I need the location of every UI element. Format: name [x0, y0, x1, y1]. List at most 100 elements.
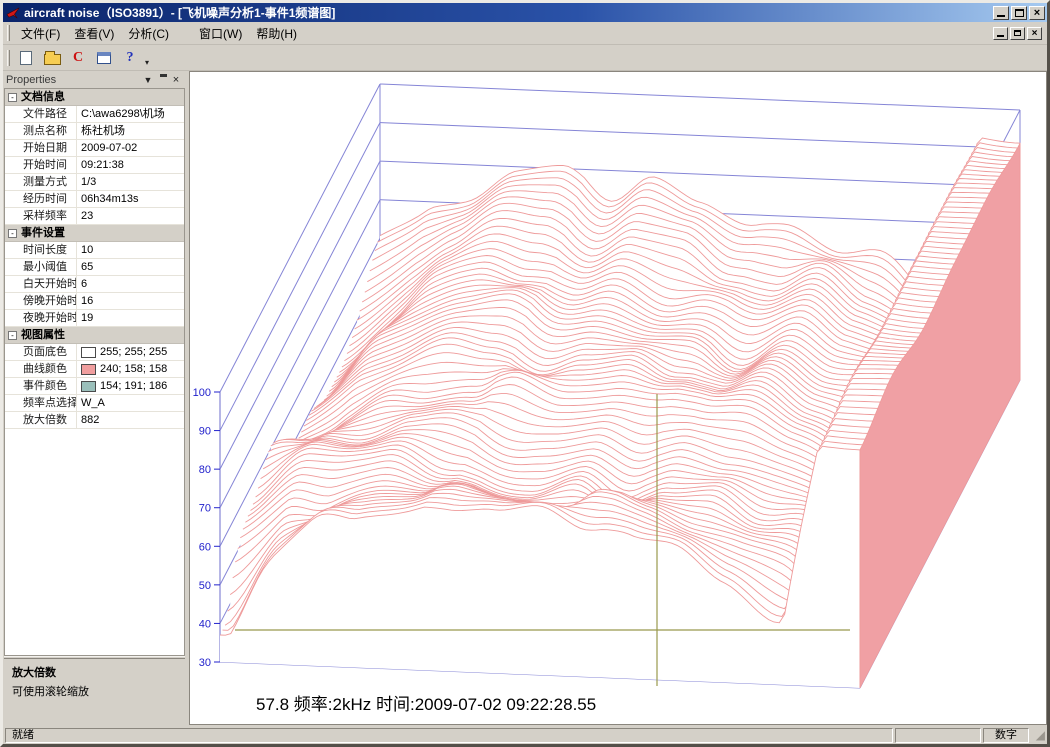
properties-panel-header: Properties ▼ × — [4, 72, 185, 88]
property-row-sample-rate: 采样频率23 — [5, 208, 184, 225]
color-swatch-page-bg-color[interactable] — [81, 347, 96, 358]
status-bar: 就绪 数字 ◢ — [3, 725, 1047, 744]
menu-items: 文件(F)查看(V)分析(C) 窗口(W)帮助(H) — [14, 22, 304, 45]
property-value-day-start[interactable]: 6 — [77, 276, 184, 292]
mdi-close-icon: × — [1032, 28, 1038, 39]
property-label-min-threshold: 最小阈值 — [5, 259, 77, 275]
section-title-event-settings: 事件设置 — [21, 225, 65, 241]
property-label-file-path: 文件路径 — [5, 106, 77, 122]
property-row-page-bg-color: 页面底色 255; 255; 255 — [5, 344, 184, 361]
open-file-button[interactable] — [40, 47, 64, 69]
resize-grip[interactable]: ◢ — [1031, 728, 1045, 743]
property-value-time-length[interactable]: 10 — [77, 242, 184, 258]
property-label-start-date: 开始日期 — [5, 140, 77, 156]
panel-close-icon[interactable]: × — [169, 74, 183, 87]
collapse-icon[interactable]: - — [8, 93, 17, 102]
property-row-day-start: 白天开始时间6 — [5, 276, 184, 293]
svg-text:70: 70 — [199, 503, 211, 515]
property-row-start-time: 开始时间09:21:38 — [5, 157, 184, 174]
property-label-start-time: 开始时间 — [5, 157, 77, 173]
property-row-curve-color: 曲线颜色240; 158; 158 — [5, 361, 184, 378]
property-value-text-sample-rate: 23 — [81, 208, 93, 224]
menubar-grip[interactable] — [7, 25, 10, 41]
properties-icon — [97, 52, 111, 64]
property-row-night-start: 夜晚开始时间19 — [5, 310, 184, 327]
property-label-elapsed-time: 经历时间 — [5, 191, 77, 207]
minimize-button[interactable] — [993, 6, 1009, 20]
mdi-restore-button[interactable] — [1010, 27, 1025, 40]
property-label-night-start: 夜晚开始时间 — [5, 310, 77, 326]
maximize-icon — [1015, 9, 1024, 17]
property-value-sample-rate[interactable]: 23 — [77, 208, 184, 224]
section-doc-info[interactable]: -文档信息 — [5, 89, 184, 106]
new-file-button[interactable] — [14, 47, 38, 69]
property-value-start-date[interactable]: 2009-07-02 — [77, 140, 184, 156]
panel-pin-icon[interactable] — [155, 74, 169, 87]
property-label-site-name: 测点名称 — [5, 123, 77, 139]
minimize-icon — [997, 15, 1005, 17]
property-value-event-color[interactable]: 154; 191; 186 — [77, 378, 184, 394]
property-value-freq-point[interactable]: W_A — [77, 395, 184, 411]
property-value-file-path[interactable]: C:\awa6298\机场 — [77, 106, 184, 122]
help-button[interactable]: ? — [118, 47, 142, 69]
svg-text:50: 50 — [199, 580, 211, 592]
property-value-zoom-factor[interactable]: 882 — [77, 412, 184, 428]
property-value-text-evening-start: 16 — [81, 293, 93, 309]
menu-item-view[interactable]: 查看(V) — [67, 22, 121, 45]
toolbar-buttons: C? — [14, 47, 142, 69]
property-value-text-night-start: 19 — [81, 310, 93, 326]
property-value-page-bg-color[interactable]: 255; 255; 255 — [77, 344, 184, 360]
status-num-indicator: 数字 — [983, 728, 1029, 743]
waterfall-chart[interactable]: 1009080706050403057.8 频率:2kHz 时间:2009-07… — [189, 71, 1047, 725]
status-ready-text: 就绪 — [5, 728, 893, 743]
property-row-file-path: 文件路径C:\awa6298\机场 — [5, 106, 184, 123]
property-value-curve-color[interactable]: 240; 158; 158 — [77, 361, 184, 377]
svg-text:40: 40 — [199, 618, 211, 630]
property-value-start-time[interactable]: 09:21:38 — [77, 157, 184, 173]
property-value-text-start-date: 2009-07-02 — [81, 140, 137, 156]
menu-item-window[interactable]: 窗口(W) — [192, 22, 249, 45]
waterfall-svg[interactable]: 1009080706050403057.8 频率:2kHz 时间:2009-07… — [190, 72, 1046, 724]
property-value-night-start[interactable]: 19 — [77, 310, 184, 326]
mdi-close-button[interactable]: × — [1027, 27, 1042, 40]
property-value-elapsed-time[interactable]: 06h34m13s — [77, 191, 184, 207]
property-row-start-date: 开始日期2009-07-02 — [5, 140, 184, 157]
property-value-text-page-bg-color: 255; 255; 255 — [100, 344, 167, 360]
calibration-button[interactable]: C — [66, 47, 90, 69]
property-value-text-day-start: 6 — [81, 276, 87, 292]
property-value-measure-mode[interactable]: 1/3 — [77, 174, 184, 190]
maximize-button[interactable] — [1011, 6, 1027, 20]
property-value-text-freq-point: W_A — [81, 395, 105, 411]
section-view-props[interactable]: -视图属性 — [5, 327, 184, 344]
toolbar-overflow-icon[interactable]: ▾ — [142, 58, 152, 67]
cursor-readout: 57.8 频率:2kHz 时间:2009-07-02 09:22:28.55 — [256, 695, 596, 714]
menu-item-file[interactable]: 文件(F) — [14, 22, 67, 45]
property-value-evening-start[interactable]: 16 — [77, 293, 184, 309]
color-swatch-event-color[interactable] — [81, 381, 96, 392]
panel-dropdown-icon[interactable]: ▼ — [141, 74, 155, 87]
property-label-page-bg-color: 页面底色 — [5, 344, 77, 360]
collapse-icon[interactable]: - — [8, 229, 17, 238]
help-box-text: 可使用滚轮缩放 — [12, 683, 177, 699]
close-button[interactable]: × — [1029, 6, 1045, 20]
mdi-restore-icon — [1014, 30, 1021, 36]
mdi-minimize-button[interactable] — [993, 27, 1008, 40]
property-label-event-color: 事件颜色 — [5, 378, 77, 394]
property-value-text-zoom-factor: 882 — [81, 412, 99, 428]
svg-text:80: 80 — [199, 464, 211, 476]
mdi-minimize-icon — [997, 35, 1004, 37]
menu-item-help[interactable]: 帮助(H) — [249, 22, 304, 45]
property-row-evening-start: 傍晚开始时间16 — [5, 293, 184, 310]
property-value-site-name[interactable]: 栎社机场 — [77, 123, 184, 139]
property-value-text-min-threshold: 65 — [81, 259, 93, 275]
new-file-icon — [20, 51, 32, 65]
toolbar-grip[interactable] — [7, 50, 10, 66]
toolbar: C? ▾ — [3, 45, 1047, 71]
property-label-freq-point: 频率点选择 — [5, 395, 77, 411]
property-value-min-threshold[interactable]: 65 — [77, 259, 184, 275]
menu-item-analysis[interactable]: 分析(C) — [121, 22, 176, 45]
properties-button[interactable] — [92, 47, 116, 69]
section-event-settings[interactable]: -事件设置 — [5, 225, 184, 242]
collapse-icon[interactable]: - — [8, 331, 17, 340]
color-swatch-curve-color[interactable] — [81, 364, 96, 375]
